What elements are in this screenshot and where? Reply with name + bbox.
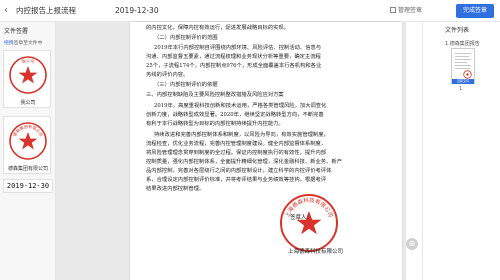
seal-sidebar: 文件签署 拖拽签章至文件中 我公司 我公司 德森集团有限公司 德森集团有限公司 … — [0, 22, 56, 280]
round-seal-icon: 我公司 — [9, 56, 47, 94]
thumb-line — [455, 53, 471, 54]
date-stamp[interactable]: 2019-12-30 — [3, 179, 53, 193]
seal-manage-label: 管理签章 — [398, 7, 423, 14]
document-date: 2019-12-30 — [115, 6, 159, 15]
doc-paragraph: 将风险管理理念贯穿到制度的全过程。保证内控制度执行的有效性，提升内部 — [146, 150, 327, 156]
doc-paragraph: 系，合理设定内部控制评价标准，并将考评结果与业务绩效等挂钩，根据考评 — [146, 177, 327, 183]
signature-label: 签章人： — [290, 215, 313, 221]
doc-paragraph: 流程检查，优化业务流程，完善内控管理制度建设。健全内部监督体系制度， — [146, 141, 327, 147]
doc-paragraph: 品内部控制，完善对各层级行之间的内部控制设计，建立科学的内控评价考评体 — [146, 168, 332, 174]
doc-heading: （三）内部控制评价的依据 — [154, 82, 218, 88]
zoom-icon[interactable]: ⊕ — [406, 238, 418, 250]
doc-paragraph: 2019年本行内部控制自评围绕内部环境、风险评估、控制活动、信息与 — [154, 45, 322, 51]
thumb-line — [455, 68, 470, 69]
doc-heading: （二）内部控制评价的范围 — [154, 35, 218, 41]
document-page: 的内控文化，保障内控有效运行，促进发展战略目标的实现。 （二）内部控制评价的范围… — [130, 22, 402, 280]
doc-paragraph: 结果改进内部控制管理。 — [146, 186, 205, 192]
seal-name: 我公司 — [20, 100, 36, 106]
round-seal-icon: 德森集团有限公司 — [9, 122, 47, 160]
seal-card-group[interactable]: 德森集团有限公司 德森集团有限公司 — [3, 116, 51, 174]
doc-paragraph: 务线的评价内容。 — [146, 72, 189, 78]
document-title: 内控报告上报流程 — [16, 6, 76, 15]
seal-name: 德森集团有限公司 — [7, 166, 48, 172]
thumb-line — [455, 56, 469, 57]
doc-paragraph: 有利于本行战略转型为目标的内部控制持续提升内控能力。 — [146, 121, 284, 127]
thumb-line — [455, 62, 467, 63]
thumb-line — [455, 59, 471, 60]
doc-paragraph: 创新力度，战略转型成效显著。2020年，继续坚定战略转型方向，不断完善 — [146, 112, 324, 118]
doc-paragraph: 沟通、内部监督五要素，通过流程梳理和业务现状分析等重要，确定主流程 — [146, 54, 321, 60]
doc-paragraph: 25个，子流程174个，内部控制点976个，形成全面覆盖本行各机构和各业 — [146, 63, 322, 69]
current-file-tag: 当前文件 — [452, 79, 474, 84]
sidebar-hint: 拖拽签章至文件中 — [4, 39, 42, 46]
seal-card-company[interactable]: 我公司 我公司 — [3, 50, 51, 108]
top-bar: ‹ 内控报告上报流程 2019-12-30 管理签章 完成签章 — [0, 0, 500, 22]
hint-link[interactable]: 拖拽 — [4, 41, 14, 46]
doc-paragraph: 2019年，高度重视科技创新和技术运用，严格各类管理风险，加大调查化 — [154, 103, 327, 109]
page-number: 1 — [459, 86, 463, 92]
company-seal-stamp[interactable]: 上海德森科技有限公司 — [278, 192, 340, 254]
sidebar-title: 文件签署 — [4, 28, 29, 35]
checkbox-icon[interactable] — [390, 7, 396, 13]
page-thumbnail[interactable]: 当前文件 — [451, 48, 475, 84]
hint-text: 签章至文件中 — [13, 41, 43, 46]
mini-seal-icon — [463, 70, 472, 79]
back-arrow-icon[interactable]: ‹ — [4, 5, 14, 17]
seal-manage-toggle[interactable]: 管理签章 — [390, 6, 422, 16]
file-list-panel: 文件列表 1.德森集团报告 当前文件 1 — [422, 22, 500, 280]
file-name[interactable]: 1.德森集团报告 — [445, 40, 480, 47]
file-list-title: 文件列表 — [445, 27, 470, 34]
doc-heading: 三、内部控制缺陷及主要风险控制整改措施及风险应对方案 — [146, 92, 284, 98]
thumb-line — [455, 65, 471, 66]
company-name-line: 上海德森科技有限公司 — [288, 249, 344, 255]
document-canvas: 的内控文化，保障内控有效运行，促进发展战略目标的实现。 （二）内部控制评价的范围… — [56, 22, 406, 280]
doc-paragraph: 持续改进和完善内部控制体系和制度，以风险为导向，有效实施管理制度， — [154, 132, 329, 138]
doc-paragraph: 的内控文化，保障内控有效运行，促进发展战略目标的实现。 — [146, 25, 290, 31]
doc-paragraph: 控制质量，强化内部控制体系，全面提升精细化管理，深化金融科技、新业务、新产 — [146, 159, 342, 165]
complete-signing-button[interactable]: 完成签章 — [456, 4, 494, 18]
